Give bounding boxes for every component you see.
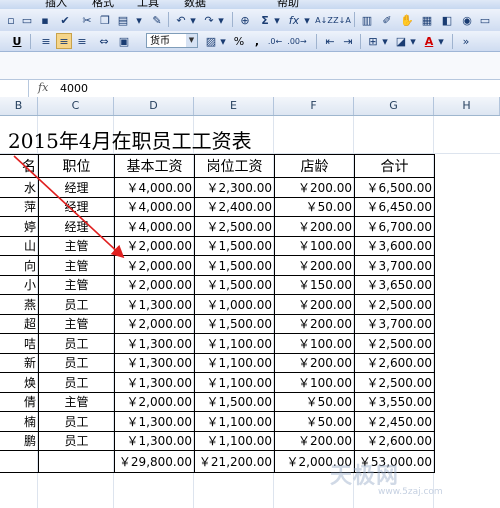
align-left-icon[interactable]: ≡ [38, 33, 54, 49]
worksheet[interactable]: 2015年4月在职员工工资表 名 职位 基本工资 岗位工资 店龄 合计 水经理 ￥… [0, 116, 500, 508]
comma-style-button[interactable]: , [252, 33, 262, 49]
open-icon[interactable]: ▭ [20, 12, 34, 28]
chevron-down-icon: ▼ [186, 34, 197, 47]
format-painter-icon[interactable]: ✎ [150, 12, 164, 28]
drawing-icon[interactable]: ✐ [380, 12, 394, 28]
decrease-decimal-icon[interactable]: .00→ [287, 33, 306, 49]
new-icon[interactable]: ▫ [4, 12, 18, 28]
borders-dropdown-icon[interactable]: ▾ [380, 33, 390, 49]
currency-dropdown-icon[interactable]: ▾ [218, 33, 228, 49]
underline-button[interactable]: U [10, 33, 24, 49]
insert-function-icon[interactable]: fx [286, 12, 302, 28]
chart-wizard-icon[interactable]: ▥ [360, 12, 374, 28]
currency-style-icon[interactable]: ▨ [204, 33, 218, 49]
autosum-dropdown-icon[interactable]: ▾ [272, 12, 282, 28]
watermark-url: www.5zaj.com [378, 487, 443, 497]
column-header-c[interactable]: C [38, 97, 114, 115]
copy-icon[interactable]: ❐ [98, 12, 112, 28]
pan-icon[interactable]: ✋ [400, 12, 414, 28]
redo-icon[interactable]: ↷ [202, 12, 216, 28]
standard-toolbar: ▫ ▭ ▪ ✔ ✂ ❐ ▤ ▾ ✎ ↶ ▾ ↷ ▾ ⊕ Σ ▾ fx ▾ A↓Z… [0, 9, 500, 32]
fill-color-icon[interactable]: ◪ [394, 33, 408, 49]
save-icon[interactable]: ▪ [38, 12, 52, 28]
cut-icon[interactable]: ✂ [80, 12, 94, 28]
fx-label[interactable]: fx [38, 81, 48, 94]
paste-dropdown-icon[interactable]: ▾ [134, 12, 144, 28]
research-icon[interactable]: ◧ [440, 12, 454, 28]
undo-icon[interactable]: ↶ [174, 12, 188, 28]
decrease-indent-icon[interactable]: ⇤ [322, 33, 338, 49]
annotation-arrow [13, 155, 125, 259]
paste-icon[interactable]: ▤ [116, 12, 130, 28]
increase-decimal-icon[interactable]: .0← [268, 33, 282, 49]
percent-style-button[interactable]: % [232, 33, 246, 49]
format-cells-icon[interactable]: ▣ [116, 33, 132, 49]
fill-dropdown-icon[interactable]: ▾ [408, 33, 418, 49]
hyperlink-icon[interactable]: ⊕ [238, 12, 252, 28]
font-color-dropdown-icon[interactable]: ▾ [436, 33, 446, 49]
merge-center-icon[interactable]: ⇔ [96, 33, 112, 49]
formula-bar: fx 4000 [0, 79, 500, 98]
spell-check-icon[interactable]: ✔ [58, 12, 72, 28]
name-box[interactable] [0, 80, 29, 97]
redo-dropdown-icon[interactable]: ▾ [216, 12, 226, 28]
column-header-row: B C D E F G H [0, 97, 500, 116]
options-icon[interactable]: ▭ [478, 12, 492, 28]
zoom-icon[interactable]: ▦ [420, 12, 434, 28]
column-header-b[interactable]: B [0, 97, 38, 115]
function-dropdown-icon[interactable]: ▾ [302, 12, 312, 28]
increase-indent-icon[interactable]: ⇥ [340, 33, 356, 49]
borders-icon[interactable]: ⊞ [366, 33, 380, 49]
number-format-dropdown[interactable]: 货币 ▼ [146, 33, 198, 48]
sort-ascending-icon[interactable]: A↓Z [315, 12, 333, 28]
column-header-f[interactable]: F [274, 97, 354, 115]
column-header-d[interactable]: D [114, 97, 194, 115]
help-icon[interactable]: ◉ [460, 12, 474, 28]
toolbar-gap [0, 52, 500, 79]
sort-descending-icon[interactable]: Z↓A [333, 12, 351, 28]
autosum-icon[interactable]: Σ [258, 12, 272, 28]
font-color-button[interactable]: A [422, 33, 436, 49]
formula-input[interactable]: 4000 [60, 82, 88, 95]
align-center-icon[interactable]: ≡ [56, 33, 72, 49]
number-format-value: 货币 [150, 36, 170, 47]
column-header-e[interactable]: E [194, 97, 274, 115]
undo-dropdown-icon[interactable]: ▾ [188, 12, 198, 28]
toolbar-options-icon[interactable]: » [460, 33, 472, 49]
column-header-h[interactable]: H [434, 97, 500, 115]
align-right-icon[interactable]: ≡ [74, 33, 90, 49]
column-header-g[interactable]: G [354, 97, 434, 115]
watermark: 天极网 [330, 464, 400, 489]
formatting-toolbar: U ≡ ≡ ≡ ⇔ ▣ 货币 ▼ ▨ ▾ % , .0← .00→ ⇤ ⇥ ⊞ … [0, 31, 500, 52]
